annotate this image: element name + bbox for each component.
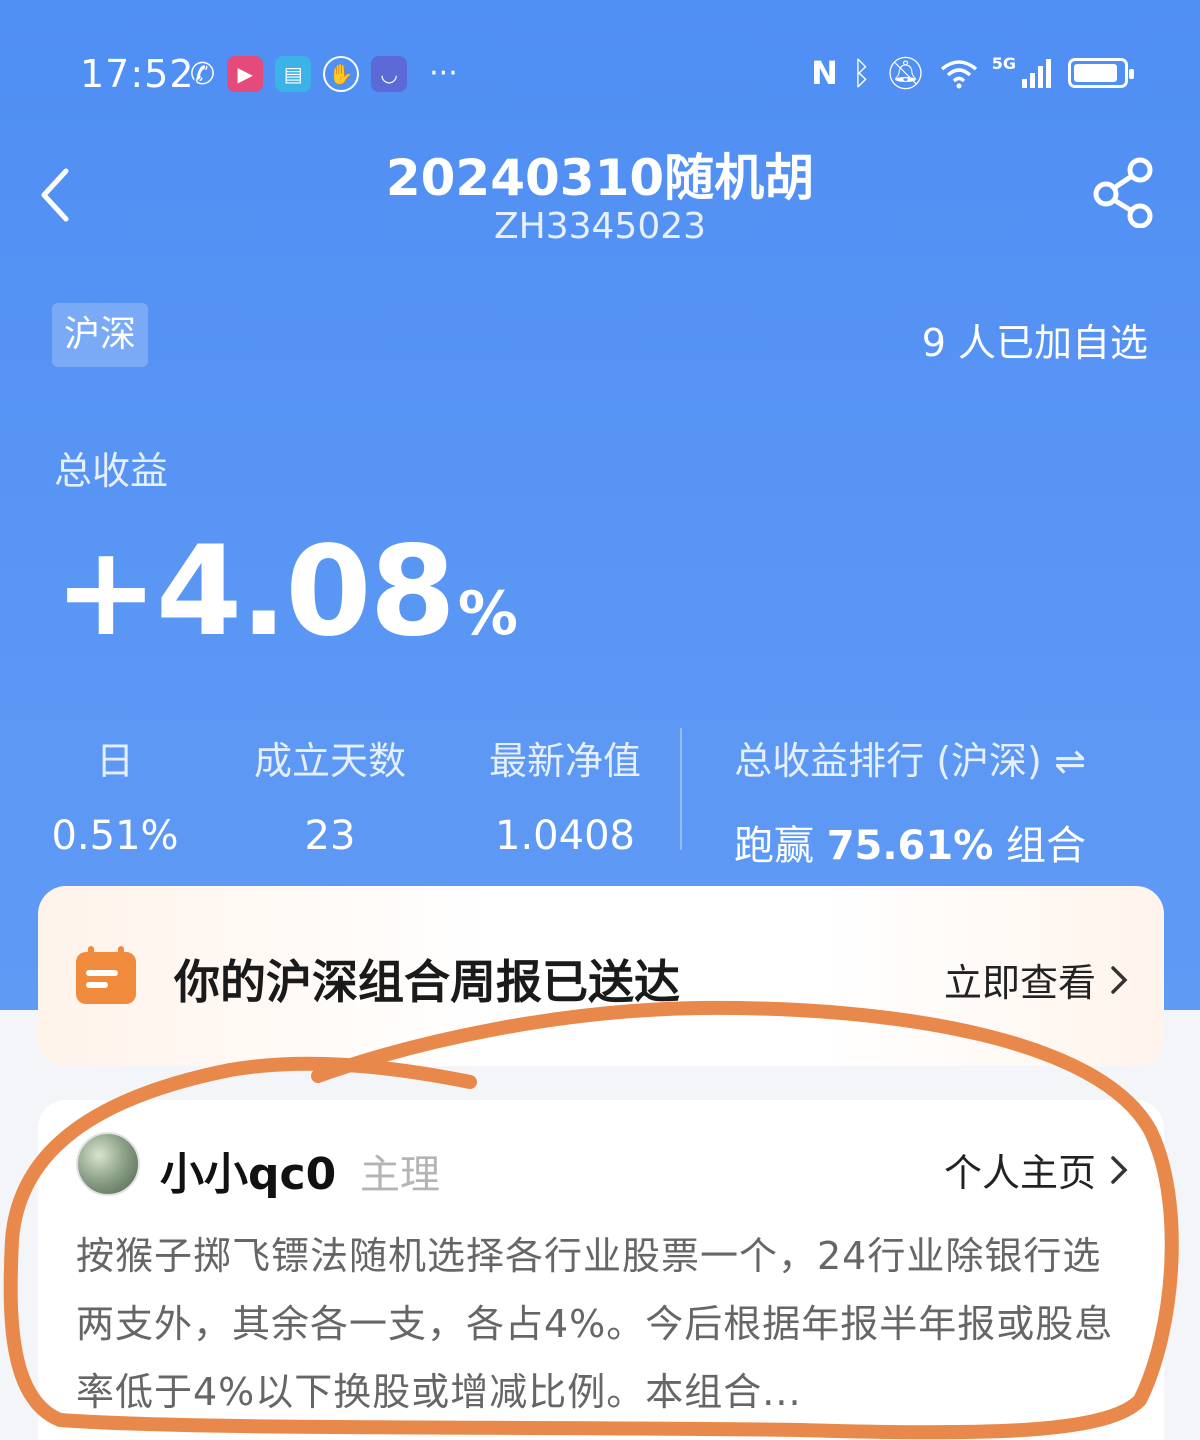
profile-link-label: 个人主页 [943, 1151, 1096, 1195]
chevron-right-icon [1111, 965, 1128, 994]
status-bar: 17:52 ✆ ▶ ▤ ✋ ◡ ··· N ᛒ 🔕︎ 5G [0, 40, 1200, 110]
stat-label: 最新净值 [488, 739, 641, 783]
ranking-value: 跑赢 75.61% 组合 [700, 813, 1120, 871]
view-now-link[interactable]: 立即查看 [944, 952, 1128, 1007]
switch-icon: ⇌ [1053, 739, 1086, 783]
total-return-label: 总收益 [54, 449, 169, 493]
reader-app-icon: ▤ [275, 56, 312, 92]
ranking-suffix: 组合 [1006, 823, 1087, 869]
author-role-badge: 主理 [360, 1152, 440, 1198]
total-return-number: +4.08 [54, 520, 456, 664]
video-app-icon: ▶ [227, 56, 264, 92]
battery-level [1074, 64, 1118, 82]
avatar[interactable] [76, 1132, 140, 1196]
stat-daily: 日 0.51% [40, 730, 190, 859]
stats-divider [680, 728, 682, 850]
portfolio-title: 20240310随机胡 [385, 149, 815, 207]
honor-app-icon: ◡ [371, 56, 408, 92]
author-name[interactable]: 小小qc0 [160, 1138, 336, 1202]
system-icons: N ᛒ 🔕︎ 5G [811, 54, 1134, 92]
ranking-percent: 75.61% [826, 823, 994, 869]
bluetooth-icon: ᛒ [851, 54, 872, 92]
stat-days: 成立天数 23 [230, 730, 430, 859]
ranking-toggle[interactable]: 总收益排行 (沪深) ⇌ 跑赢 75.61% 组合 [700, 730, 1120, 871]
portfolio-code: ZH3345023 [493, 206, 707, 247]
ranking-title: 总收益排行 (沪深) [734, 739, 1042, 783]
calendar-report-icon [76, 946, 136, 1004]
market-tag: 沪深 [52, 303, 149, 367]
ranking-label: 总收益排行 (沪深) ⇌ [700, 730, 1120, 785]
status-time: 17:52 [80, 52, 195, 96]
stat-value: 1.0408 [495, 813, 635, 859]
stat-label: 日 [95, 739, 134, 783]
stat-label: 成立天数 [253, 739, 406, 783]
total-return-value: +4.08% [54, 520, 518, 664]
weekly-report-banner[interactable]: 你的沪深组合周报已送达 立即查看 [38, 886, 1164, 1066]
stat-value: 0.51% [51, 813, 179, 859]
profile-link[interactable]: 个人主页 [944, 1142, 1128, 1197]
stat-nav: 最新净值 1.0408 [460, 730, 670, 859]
wifi-icon [940, 60, 977, 89]
author-card: 小小qc0 主理 个人主页 按猴子掷飞镖法随机选择各行业股票一个，24行业除银行… [38, 1100, 1164, 1440]
hand-app-icon: ✋ [323, 56, 360, 92]
missed-call-icon: ✆ [190, 56, 216, 92]
weekly-report-text: 你的沪深组合周报已送达 [174, 955, 680, 1009]
more-notifications-icon: ··· [429, 56, 458, 91]
portfolio-description[interactable]: 按猴子掷飞镖法随机选择各行业股票一个，24行业除银行选两支外，其余各一支，各占4… [76, 1222, 1132, 1426]
stat-value: 23 [304, 813, 356, 859]
signal-icon [1022, 59, 1051, 88]
ranking-prefix: 跑赢 [733, 823, 814, 869]
nfc-icon: N [811, 54, 838, 92]
share-icon [1093, 157, 1153, 229]
mute-icon: 🔕︎ [885, 54, 926, 92]
chevron-right-icon [1111, 1155, 1128, 1184]
watchlist-count: 9 人已加自选 [921, 321, 1148, 365]
battery-icon [1068, 58, 1134, 88]
portfolio-header: 17:52 ✆ ▶ ▤ ✋ ◡ ··· N ᛒ 🔕︎ 5G 20240310随机… [0, 0, 1200, 1010]
view-now-label: 立即查看 [943, 961, 1096, 1005]
notification-icons: ✆ ▶ ▤ ✋ ◡ ··· [190, 56, 458, 92]
network-type: 5G [991, 54, 1016, 73]
total-return-unit: % [457, 579, 518, 649]
share-button[interactable] [1092, 156, 1156, 229]
